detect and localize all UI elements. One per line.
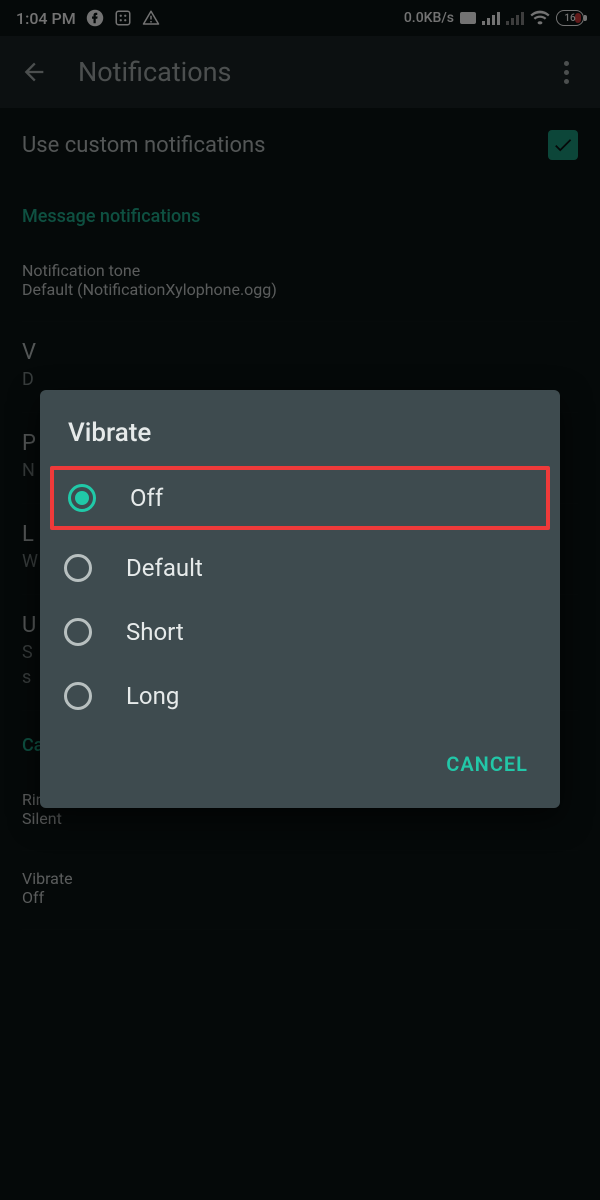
option-long[interactable]: Long	[40, 664, 560, 728]
dialog-actions: CANCEL	[40, 728, 560, 800]
option-label: Default	[126, 554, 203, 582]
radio-icon	[64, 618, 92, 646]
radio-icon	[64, 554, 92, 582]
vibrate-dialog: Vibrate Off Default Short Long CANCEL	[40, 390, 560, 808]
option-label: Long	[126, 682, 179, 710]
option-label: Off	[130, 484, 163, 512]
option-default[interactable]: Default	[40, 536, 560, 600]
cancel-button[interactable]: CANCEL	[434, 742, 540, 786]
radio-selected-icon	[68, 484, 96, 512]
highlight-annotation: Off	[50, 466, 550, 530]
option-off[interactable]: Off	[54, 470, 546, 526]
dialog-title: Vibrate	[40, 390, 560, 466]
radio-icon	[64, 682, 92, 710]
option-short[interactable]: Short	[40, 600, 560, 664]
option-label: Short	[126, 618, 184, 646]
